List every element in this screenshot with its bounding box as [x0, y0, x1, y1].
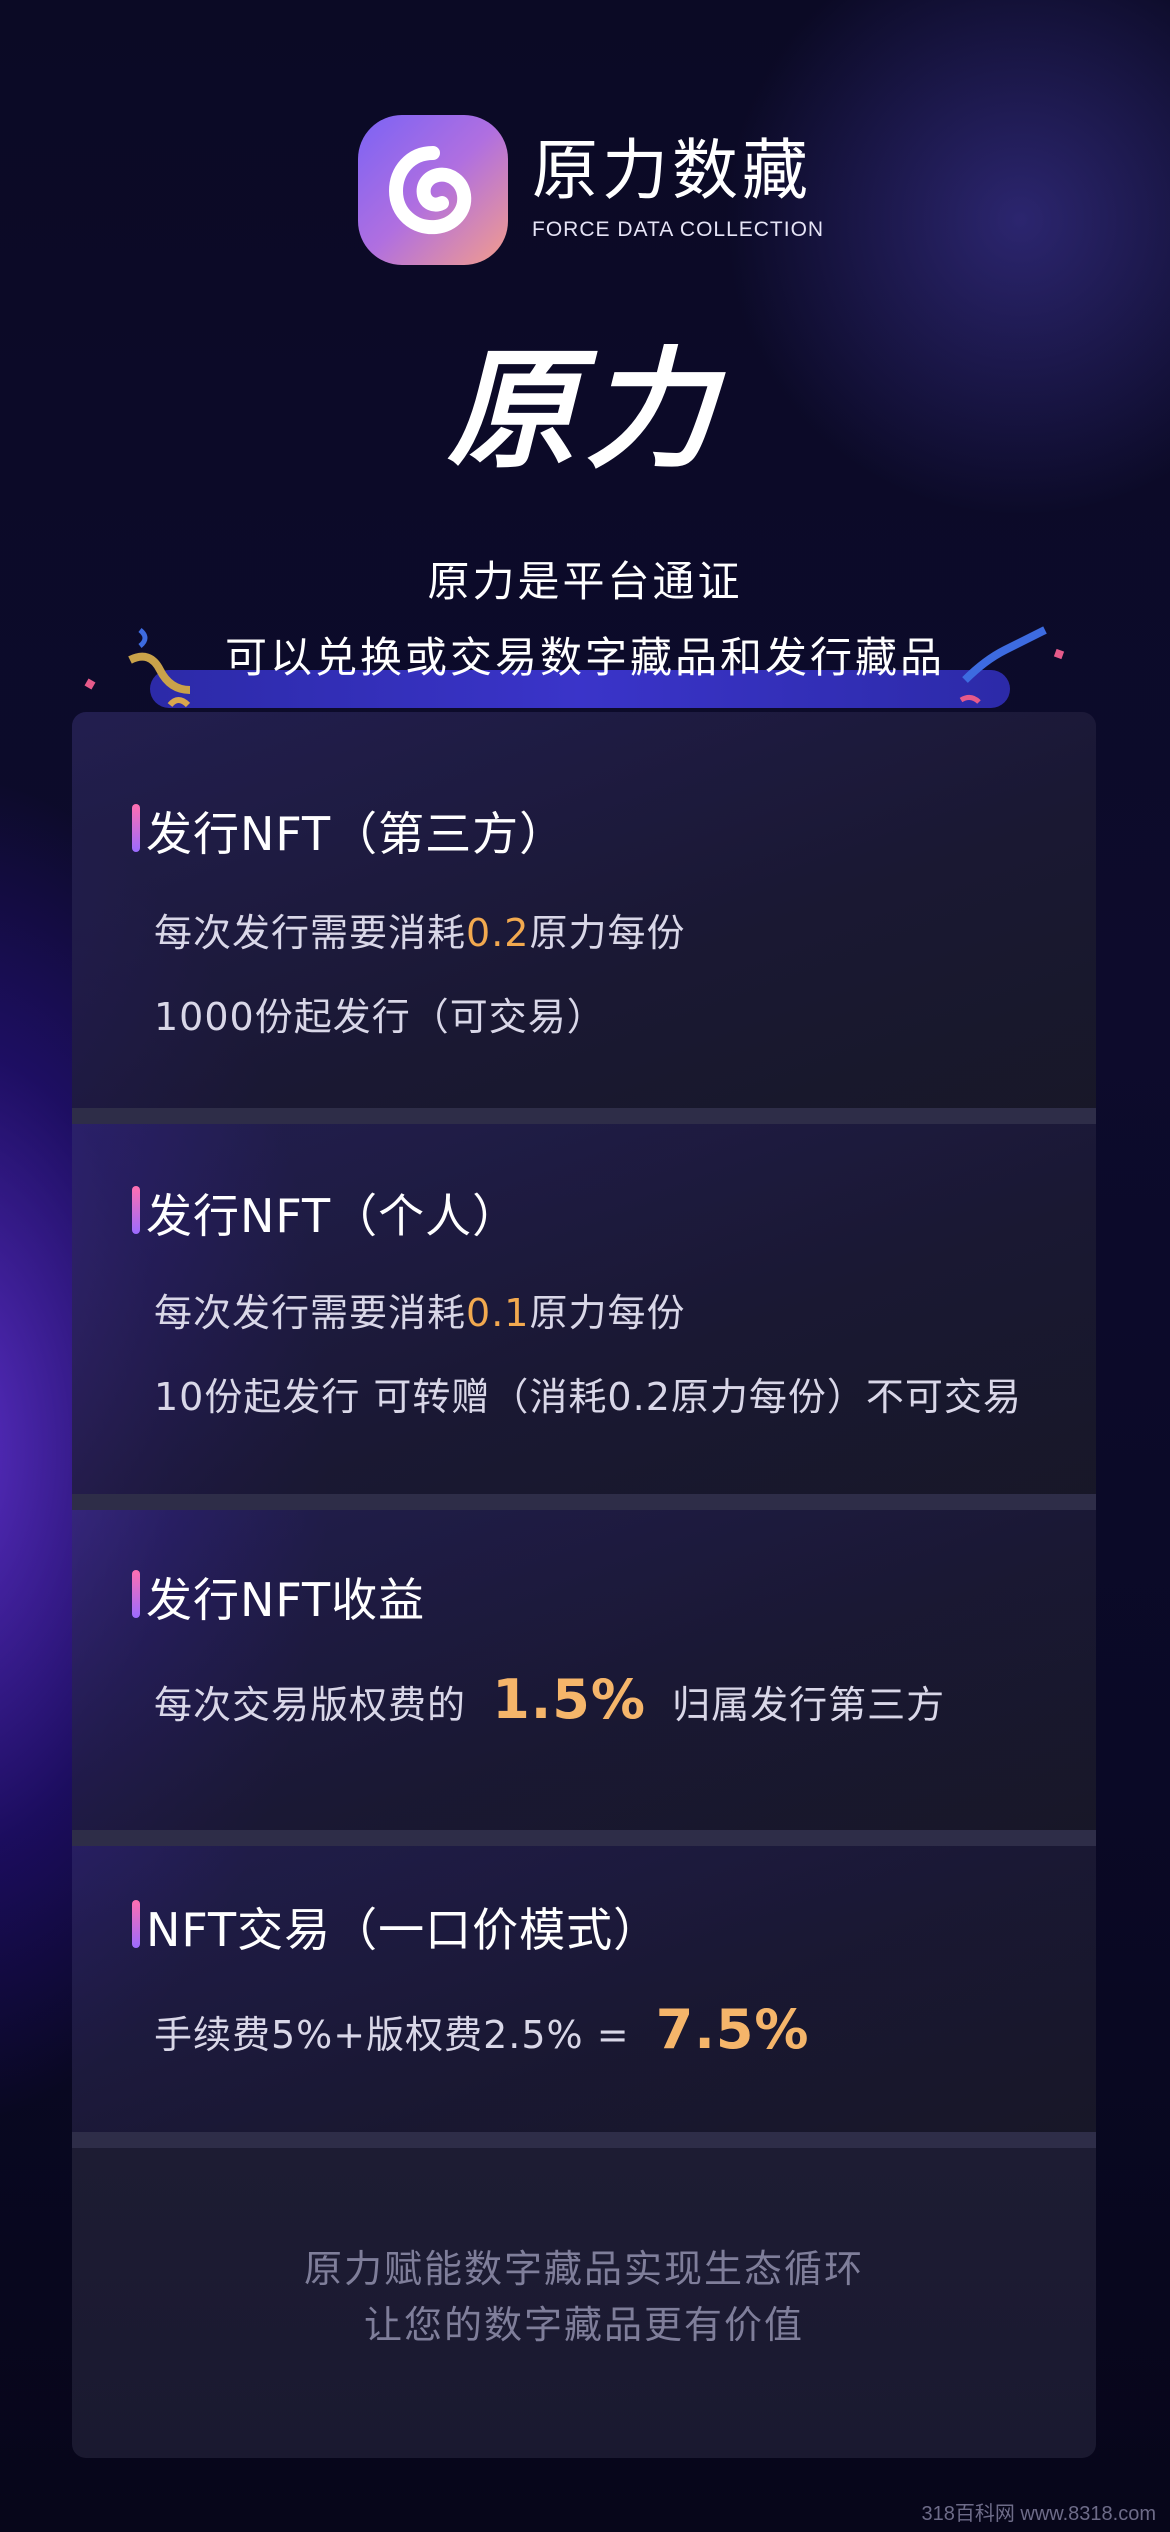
brand-logo: 原力数藏 FORCE DATA COLLECTION	[358, 115, 824, 265]
section-title: 发行NFT（个人）	[146, 1189, 520, 1243]
section-line-fee: 手续费5%+版权费2.5% = 7.5%	[154, 1998, 810, 2061]
divider	[72, 1494, 1096, 1510]
hero-title: 原力	[446, 334, 723, 486]
section-line-min: 1000份起发行（可交易）	[154, 995, 606, 1039]
section-line-min: 10份起发行 可转赠（消耗0.2原力每份）不可交易	[154, 1375, 1022, 1419]
confetti-right-icon	[959, 626, 1065, 704]
section-line-royalty: 每次交易版权费的 1.5% 归属发行第三方	[154, 1668, 946, 1731]
section-card-revenue: 发行NFT收益 每次交易版权费的 1.5% 归属发行第三方	[72, 1510, 1096, 1830]
section-line-cost: 每次发行需要消耗0.2原力每份	[154, 911, 686, 955]
divider	[72, 2132, 1096, 2148]
hero-subtitle-line1: 原力是平台通证	[427, 557, 743, 606]
section-title: NFT交易（一口价模式）	[146, 1903, 661, 1957]
divider	[72, 1830, 1096, 1846]
section-line-cost: 每次发行需要消耗0.1原力每份	[154, 1291, 686, 1335]
footer-card: 原力赋能数字藏品实现生态循环 让您的数字藏品更有价值	[72, 2148, 1096, 2458]
section-card-personal: 发行NFT（个人） 每次发行需要消耗0.1原力每份 10份起发行 可转赠（消耗0…	[72, 1124, 1096, 1494]
section-card-trading: NFT交易（一口价模式） 手续费5%+版权费2.5% = 7.5%	[72, 1846, 1096, 2132]
section-card-third-party: 发行NFT（第三方） 每次发行需要消耗0.2原力每份 1000份起发行（可交易）	[72, 712, 1096, 1108]
brand-name-cn: 原力数藏	[532, 132, 812, 209]
footer-line1: 原力赋能数字藏品实现生态循环	[303, 2247, 864, 2291]
confetti-left-icon	[84, 628, 191, 708]
footer-line2: 让您的数字藏品更有价值	[363, 2303, 804, 2347]
brand-name-en: FORCE DATA COLLECTION	[532, 218, 825, 241]
divider	[72, 1108, 1096, 1124]
swirl-logo-icon	[358, 115, 508, 265]
section-title: 发行NFT收益	[146, 1573, 426, 1627]
watermark: 318百科网 www.8318.com	[921, 2503, 1156, 2525]
section-title: 发行NFT（第三方）	[146, 807, 567, 861]
